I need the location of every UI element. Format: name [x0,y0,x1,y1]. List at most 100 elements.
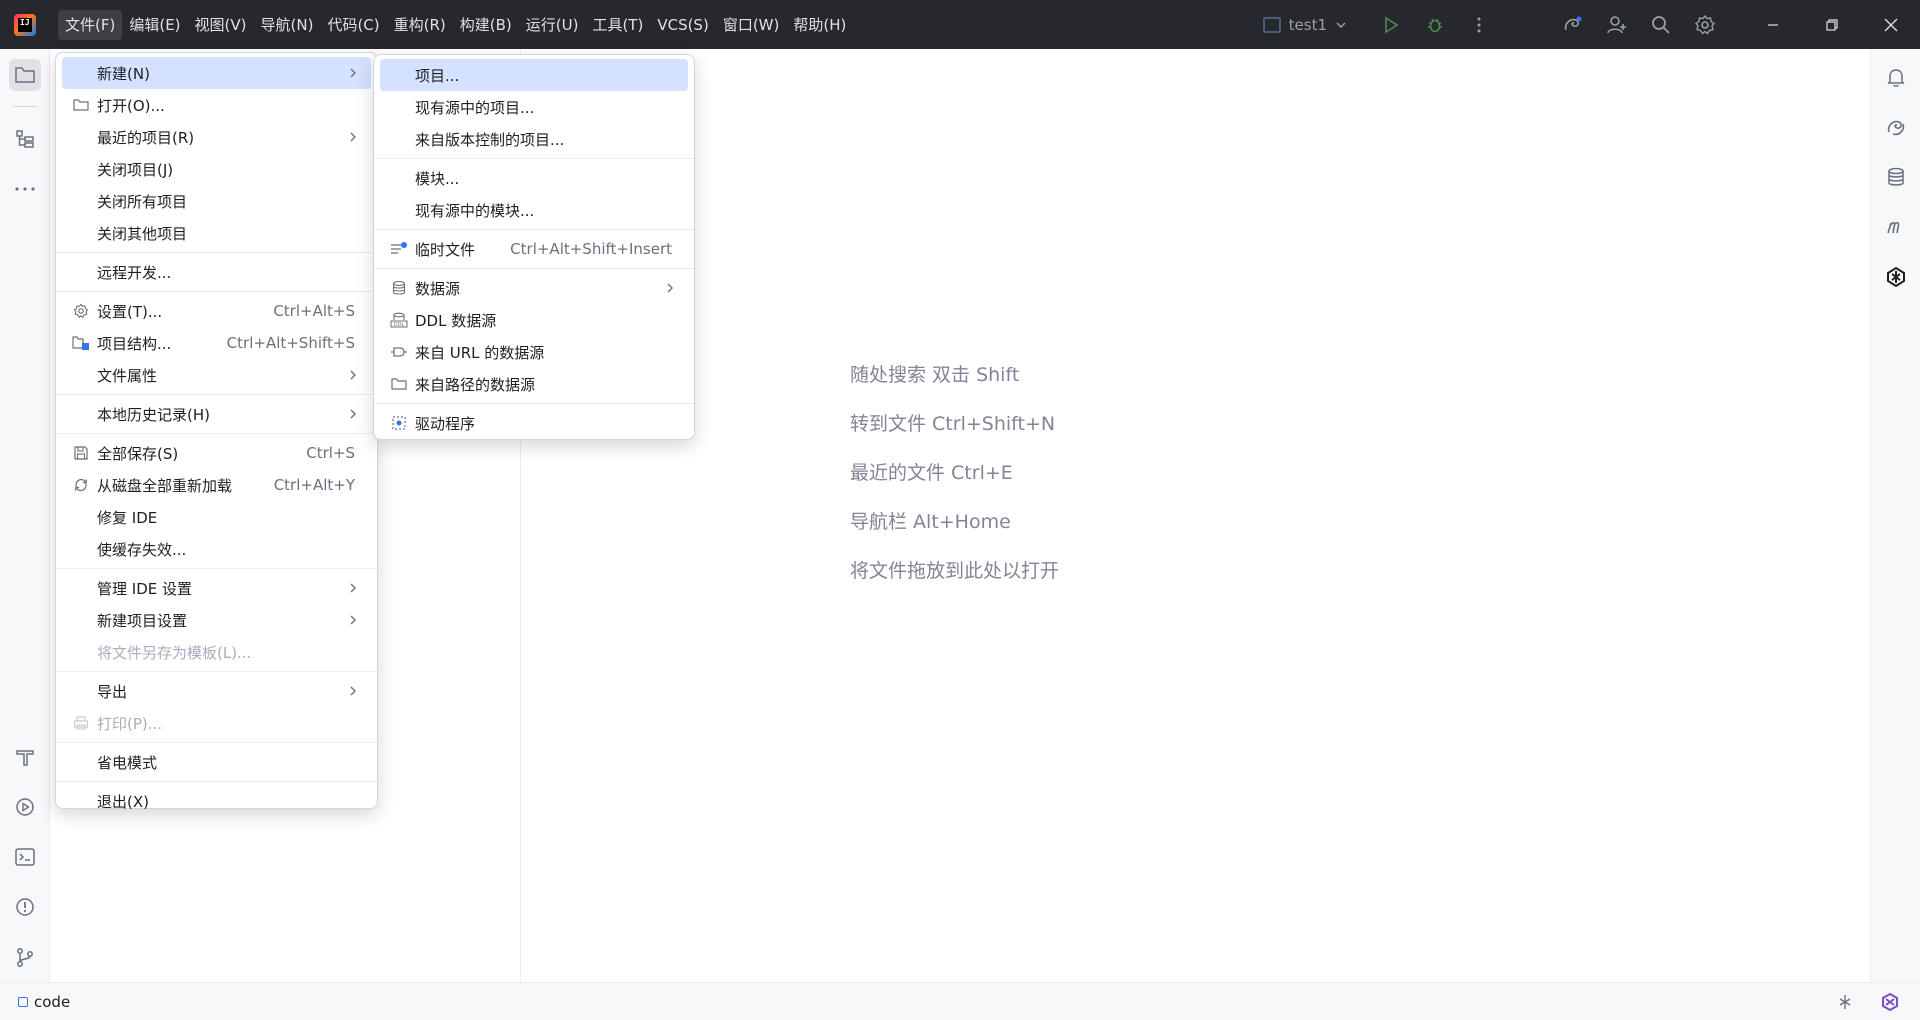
ai-spiral-icon [1887,120,1905,136]
menu-code[interactable]: 代码(C) [320,10,386,40]
new-module[interactable]: 模块... [380,162,688,194]
file-menu-local-history[interactable]: 本地历史记录(H) [62,398,371,430]
file-menu-new[interactable]: 新建(N) [62,57,371,89]
menu-run[interactable]: 运行(U) [519,10,586,40]
file-menu-print: 打印(P)... [62,707,371,739]
status-project-breadcrumb[interactable]: code [18,993,70,1011]
file-menu-recent-projects[interactable]: 最近的项目(R) [62,121,371,153]
ai-tool-button[interactable] [1880,111,1912,143]
settings-shortcut: Ctrl+Alt+S [273,302,355,320]
menu-separator [56,742,377,743]
menu-edit[interactable]: 编辑(E) [122,10,187,40]
ai-assistant-icon[interactable] [1561,13,1585,37]
file-menu-invalidate-caches[interactable]: 使缓存失效... [62,533,371,565]
git-tool-button[interactable] [9,941,41,973]
menu-separator [56,433,377,434]
new-project-from-vcs[interactable]: 来自版本控制的项目... [380,123,688,155]
chevron-right-icon [350,132,356,142]
gear-icon [72,303,90,319]
plugin-status-icon[interactable] [1880,992,1900,1012]
file-menu-manage-ide-settings[interactable]: 管理 IDE 设置 [62,572,371,604]
menu-refactor[interactable]: 重构(R) [387,10,453,40]
file-menu-exit[interactable]: 退出(X) [62,785,371,817]
status-bar: code [0,982,1920,1020]
services-tool-button[interactable] [9,791,41,823]
run-icon[interactable] [1379,13,1403,37]
file-menu-save-all[interactable]: 全部保存(S) Ctrl+S [62,437,371,469]
new-driver[interactable]: 驱动程序 [380,407,688,439]
new-data-source[interactable]: 数据源 [380,272,688,304]
file-menu-remote-dev[interactable]: 远程开发... [62,256,371,288]
file-menu-repair-ide[interactable]: 修复 IDE [62,501,371,533]
file-menu-project-structure[interactable]: 项目结构... Ctrl+Alt+Shift+S [62,327,371,359]
chevron-right-icon [350,615,356,625]
build-tool-button[interactable] [9,741,41,773]
menu-navigate[interactable]: 导航(N) [254,10,321,40]
add-user-icon[interactable] [1605,13,1629,37]
menu-file[interactable]: 文件(F) [58,9,123,40]
maven-tool-button[interactable] [1880,211,1912,243]
save-disk-icon [72,445,90,461]
file-menu-new-project-settings[interactable]: 新建项目设置 [62,604,371,636]
new-scratch-file[interactable]: 临时文件 Ctrl+Alt+Shift+Insert [380,233,688,265]
menu-view[interactable]: 视图(V) [188,10,254,40]
title-bar: IJ 文件(F) 编辑(E) 视图(V) 导航(N) 代码(C) 重构(R) 构… [0,0,1920,49]
run-config-selector[interactable]: test1 [1262,15,1347,34]
file-menu-close-project[interactable]: 关闭项目(J) [62,153,371,185]
menu-vcs[interactable]: VCS(S) [650,10,715,40]
reload-all-shortcut: Ctrl+Alt+Y [273,476,355,494]
ai-status-icon[interactable] [1836,993,1854,1011]
chevron-right-icon [350,686,356,696]
file-menu-settings[interactable]: 设置(T)... Ctrl+Alt+S [62,295,371,327]
chevron-right-icon [350,583,356,593]
settings-gear-icon[interactable] [1693,13,1717,37]
title-bar-actions: test1 [1262,0,1920,49]
new-module-from-sources[interactable]: 现有源中的模块... [380,194,688,226]
url-connector-icon [390,344,408,360]
restore-button[interactable] [1802,0,1861,49]
menu-help[interactable]: 帮助(H) [786,10,853,40]
file-menu-export[interactable]: 导出 [62,675,371,707]
new-path-data-source[interactable]: 来自路径的数据源 [380,368,688,400]
more-tools-button[interactable] [9,173,41,205]
refresh-icon [72,477,90,493]
run-config-icon [1262,16,1281,33]
notifications-tool-button[interactable] [1880,61,1912,93]
menu-separator [56,252,377,253]
terminal-icon [15,848,35,866]
debug-icon[interactable] [1423,13,1447,37]
new-ddl-data-source[interactable]: DDL DDL 数据源 [380,304,688,336]
search-icon[interactable] [1649,13,1673,37]
minimize-button[interactable] [1743,0,1802,49]
new-project[interactable]: 项目... [380,59,688,91]
folder-icon [390,376,408,392]
project-structure-shortcut: Ctrl+Alt+Shift+S [226,334,355,352]
file-menu-close-all-projects[interactable]: 关闭所有项目 [62,185,371,217]
more-actions-icon[interactable] [1467,13,1491,37]
structure-tool-button[interactable] [9,123,41,155]
new-url-data-source[interactable]: 来自 URL 的数据源 [380,336,688,368]
file-menu-reload-all[interactable]: 从磁盘全部重新加载 Ctrl+Alt+Y [62,469,371,501]
new-project-from-sources[interactable]: 现有源中的项目... [380,91,688,123]
scratch-file-icon [390,241,408,257]
problems-tool-button[interactable] [9,891,41,923]
project-structure-icon [72,335,90,351]
plugin-tool-button[interactable] [1880,261,1912,293]
file-menu-close-other-projects[interactable]: 关闭其他项目 [62,217,371,249]
file-menu-open[interactable]: 打开(O)... [62,89,371,121]
file-menu-power-save[interactable]: 省电模式 [62,746,371,778]
new-submenu-popup: 项目... 现有源中的项目... 来自版本控制的项目... 模块... 现有源中… [373,54,695,440]
file-menu-file-properties[interactable]: 文件属性 [62,359,371,391]
run-config-name: test1 [1288,15,1327,34]
tool-strip-separator [13,106,37,107]
services-play-icon [16,798,34,816]
close-window-button[interactable] [1861,0,1920,49]
menu-window[interactable]: 窗口(W) [716,10,787,40]
chevron-right-icon [350,68,356,78]
app-logo-icon[interactable]: IJ [14,13,36,36]
project-tool-button[interactable] [9,59,41,91]
menu-build[interactable]: 构建(B) [453,10,519,40]
menu-tools[interactable]: 工具(T) [585,10,650,40]
terminal-tool-button[interactable] [9,841,41,873]
database-tool-button[interactable] [1880,161,1912,193]
